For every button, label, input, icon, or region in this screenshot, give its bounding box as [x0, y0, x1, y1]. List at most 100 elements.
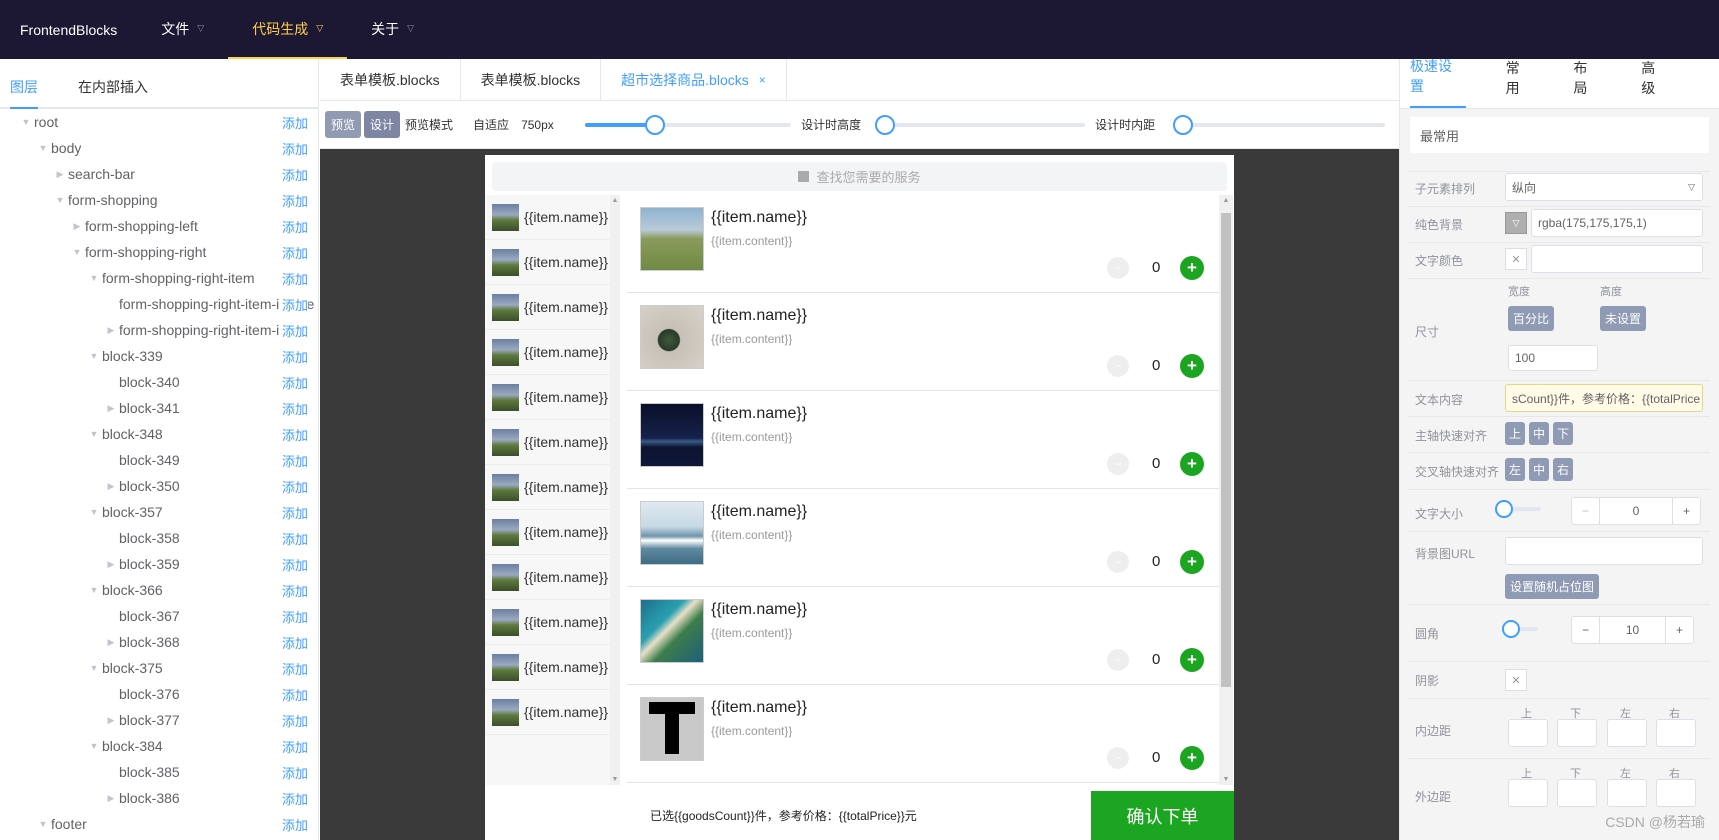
scroll-up-icon[interactable]: ▲ [610, 197, 620, 204]
width-slider[interactable] [585, 114, 792, 135]
bg-url-input[interactable] [1505, 537, 1703, 565]
caret-down-icon[interactable]: ▼ [86, 741, 102, 751]
category-item[interactable]: {{item.name}} [485, 465, 610, 510]
increment-button[interactable]: + [1180, 452, 1204, 476]
radius-stepper[interactable]: − 10 + [1571, 616, 1694, 644]
add-link[interactable]: 添加 [279, 580, 308, 600]
tree-node[interactable]: block-340 添加 [0, 369, 318, 395]
caret-down-icon[interactable]: ▼ [18, 117, 34, 127]
increment-button[interactable]: + [1180, 648, 1204, 672]
tab-insert-inside[interactable]: 在内部插入 [78, 77, 148, 107]
color-swatch[interactable]: ▽ [1505, 212, 1527, 234]
add-link[interactable]: 添加 [279, 476, 308, 496]
tree-node[interactable]: ▶ block-359 添加 [0, 551, 318, 577]
add-link[interactable]: 添加 [279, 684, 308, 704]
main-axis-top-button[interactable]: 上 [1505, 422, 1526, 445]
category-item[interactable]: {{item.name}} [485, 420, 610, 465]
tree-node[interactable]: form-shopping-right-item-image 添加 [0, 291, 318, 317]
tree-node[interactable]: ▼ block-357 添加 [0, 499, 318, 525]
design-padding-handle[interactable] [1173, 114, 1194, 135]
caret-down-icon[interactable]: ▼ [86, 429, 102, 439]
cross-axis-left-button[interactable]: 左 [1505, 458, 1526, 481]
cross-axis-center-button[interactable]: 中 [1529, 458, 1550, 481]
tree-node[interactable]: block-376 添加 [0, 681, 318, 707]
caret-down-icon[interactable]: ▼ [52, 195, 68, 205]
width-mode-button[interactable]: 百分比 [1508, 306, 1555, 331]
scroll-down-icon[interactable]: ▼ [1219, 776, 1233, 783]
design-button[interactable]: 设计 [364, 111, 401, 138]
main-axis-center-button[interactable]: 中 [1529, 422, 1550, 445]
menu-codegen[interactable]: 代码生成 ▽ [228, 0, 348, 59]
child-layout-select[interactable]: 纵向 ▽ [1505, 173, 1703, 201]
tree-node[interactable]: ▼ form-shopping-right 添加 [0, 239, 318, 265]
tree-node[interactable]: ▶ block-341 添加 [0, 395, 318, 421]
empty-shadow-icon[interactable]: ✕ [1505, 669, 1527, 691]
padding-left-input[interactable] [1607, 719, 1647, 747]
category-item[interactable]: {{item.name}} [485, 645, 610, 690]
increment-button[interactable]: + [1180, 550, 1204, 574]
decrement-button[interactable]: − [1572, 498, 1600, 524]
padding-right-input[interactable] [1656, 719, 1696, 747]
category-item[interactable]: {{item.name}} [485, 555, 610, 600]
font-size-stepper[interactable]: − 0 + [1571, 497, 1701, 525]
scroll-down-icon[interactable]: ▼ [610, 776, 620, 783]
caret-down-icon[interactable]: ▼ [86, 585, 102, 595]
empty-color-icon[interactable]: ✕ [1505, 248, 1527, 270]
search-bar[interactable]: 查找您需要的服务 [492, 162, 1227, 191]
add-link[interactable]: 添加 [279, 502, 308, 522]
add-link[interactable]: 添加 [279, 346, 308, 366]
category-item[interactable]: {{item.name}} [485, 375, 610, 420]
close-icon[interactable]: × [759, 73, 766, 87]
caret-right-icon[interactable]: ▶ [52, 169, 68, 180]
add-link[interactable]: 添加 [279, 190, 308, 210]
width-slider-handle[interactable] [645, 114, 666, 135]
add-link[interactable]: 添加 [279, 658, 308, 678]
add-link[interactable]: 添加 [279, 242, 308, 262]
tree-node[interactable]: ▼ form-shopping 添加 [0, 187, 318, 213]
add-link[interactable]: 添加 [279, 372, 308, 392]
add-link[interactable]: 添加 [279, 814, 308, 834]
caret-right-icon[interactable]: ▶ [103, 793, 119, 804]
tree-node[interactable]: ▶ block-350 添加 [0, 473, 318, 499]
tab-layers[interactable]: 图层 [10, 77, 38, 109]
increment-button[interactable]: + [1180, 746, 1204, 770]
tree-node[interactable]: ▼ form-shopping-right-item 添加 [0, 265, 318, 291]
add-link[interactable]: 添加 [279, 736, 308, 756]
padding-bottom-input[interactable] [1557, 719, 1597, 747]
margin-left-input[interactable] [1607, 779, 1647, 807]
caret-right-icon[interactable]: ▶ [103, 637, 119, 648]
add-link[interactable]: 添加 [279, 606, 308, 626]
category-item[interactable]: {{item.name}} [485, 330, 610, 375]
tree-node[interactable]: ▶ block-377 添加 [0, 707, 318, 733]
width-input[interactable]: 100 [1508, 345, 1598, 371]
decrement-button[interactable]: − [1107, 257, 1129, 279]
tree-node[interactable]: ▶ form-shopping-left 添加 [0, 213, 318, 239]
caret-down-icon[interactable]: ▼ [35, 143, 51, 153]
text-color-input[interactable] [1531, 245, 1703, 273]
file-tab-active[interactable]: 超市选择商品.blocks × [601, 59, 787, 101]
caret-right-icon[interactable]: ▶ [103, 403, 119, 414]
menu-file[interactable]: 文件 ▽ [137, 0, 228, 59]
tree-node[interactable]: ▼ body 添加 [0, 135, 318, 161]
tab-quick-settings[interactable]: 极速设置 [1410, 56, 1466, 108]
scrollbar-thumb[interactable] [1221, 213, 1231, 687]
confirm-order-button[interactable]: 确认下单 [1091, 791, 1234, 840]
design-height-handle[interactable] [875, 114, 896, 135]
caret-down-icon[interactable]: ▼ [35, 819, 51, 829]
caret-down-icon[interactable]: ▼ [86, 507, 102, 517]
caret-right-icon[interactable]: ▶ [69, 221, 85, 232]
menu-about[interactable]: 关于 ▽ [347, 0, 438, 59]
font-size-value[interactable]: 0 [1600, 498, 1672, 524]
brand-logo[interactable]: FrontendBlocks [0, 22, 137, 38]
decrement-button[interactable]: − [1107, 747, 1129, 769]
random-image-button[interactable]: 设置随机占位图 [1505, 574, 1600, 599]
add-link[interactable]: 添加 [279, 450, 308, 470]
tree-node[interactable]: ▶ form-shopping-right-item-info 添加 [0, 317, 318, 343]
cross-axis-right-button[interactable]: 右 [1553, 458, 1574, 481]
decrement-button[interactable]: − [1107, 649, 1129, 671]
padding-top-input[interactable] [1508, 719, 1548, 747]
tree-node[interactable]: ▼ block-366 添加 [0, 577, 318, 603]
tree-node[interactable]: ▼ root 添加 [0, 109, 318, 135]
add-link[interactable]: 添加 [279, 112, 308, 132]
decrement-button[interactable]: − [1107, 551, 1129, 573]
